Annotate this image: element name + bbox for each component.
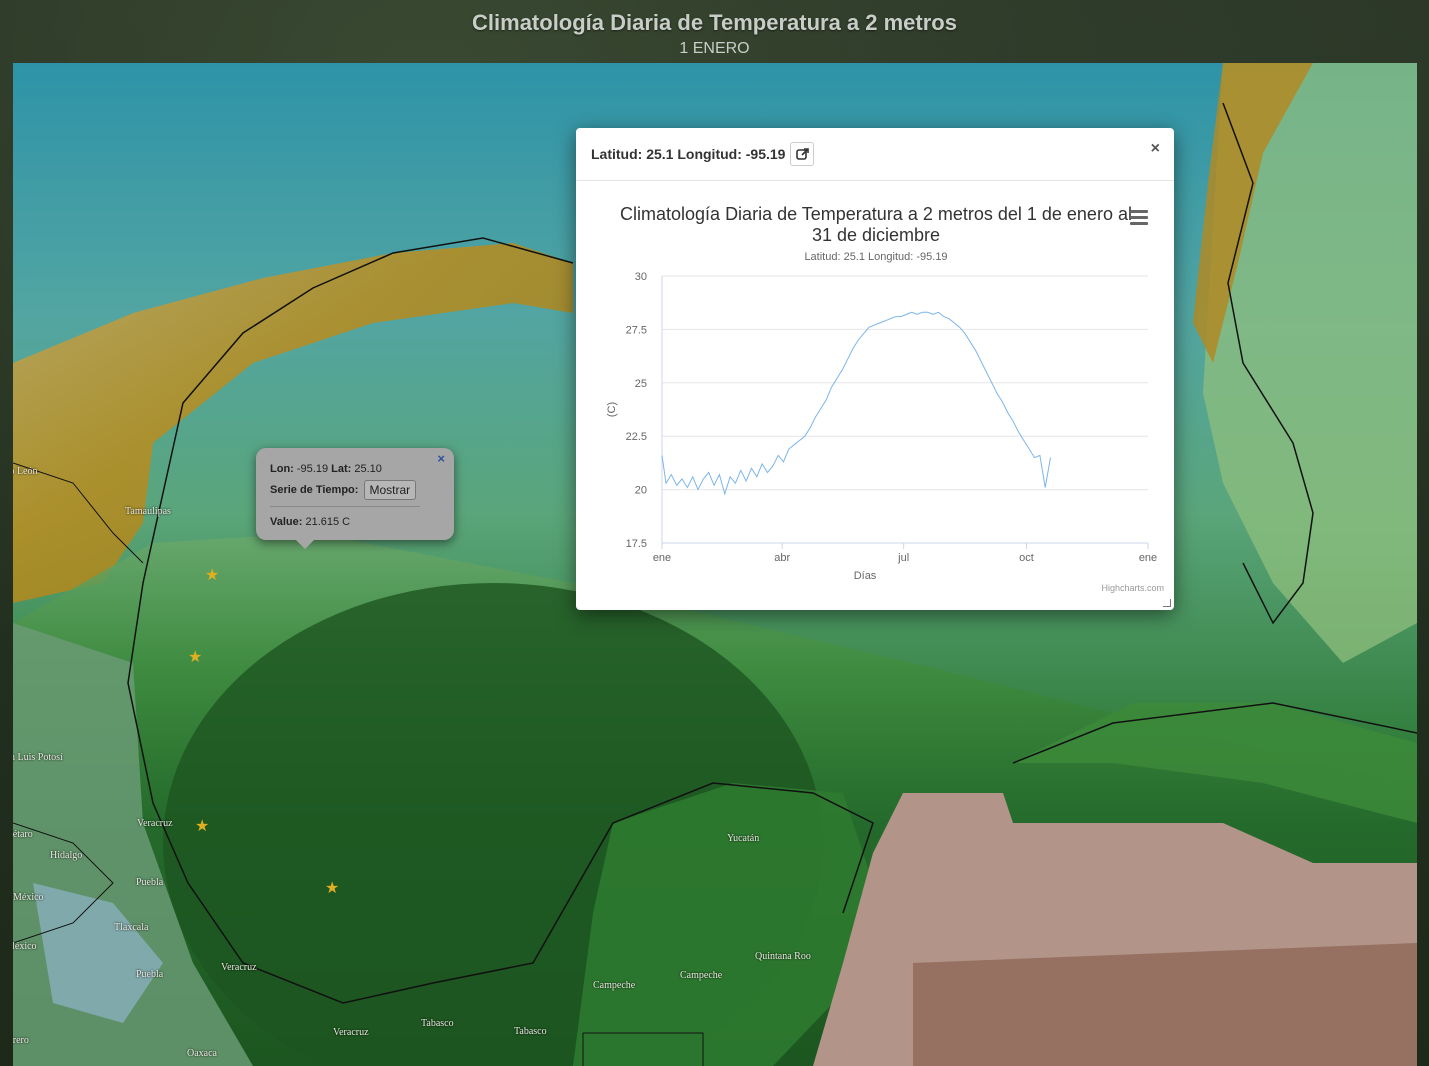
popup-series-row: Serie de Tiempo: Mostrar (270, 480, 440, 500)
y-tick-label: 17.5 (626, 538, 647, 550)
map-label-nuevo-leon: evo León (13, 466, 38, 477)
y-tick-label: 20 (635, 485, 647, 497)
map-label-puebla: Puebla (136, 877, 164, 888)
station-star-icon[interactable]: ★ (205, 568, 219, 584)
lat-label: Lat: (331, 463, 352, 475)
value-text: 21.615 C (305, 516, 351, 528)
y-tick-label: 30 (635, 271, 647, 283)
station-star-icon[interactable]: ★ (325, 881, 339, 897)
map-label-san-luis-potosi: San Luis Potosí (13, 752, 63, 763)
popup-close-icon[interactable]: × (437, 451, 445, 466)
map-label-veracruz-2: Veracruz (221, 962, 257, 973)
lon-label: Lon: (270, 463, 294, 475)
lon-value: -95.19 (296, 463, 329, 475)
popup-divider (270, 506, 420, 507)
map-label-hidalgo: Hidalgo (50, 850, 83, 861)
x-tick-label: oct (1019, 552, 1034, 564)
page-title: Climatología Diaria de Temperatura a 2 m… (472, 10, 957, 35)
map-label-mexico-2: México (13, 941, 37, 952)
map-label-mexico: México (13, 892, 44, 903)
modal-resize-handle[interactable] (1163, 599, 1171, 607)
show-series-button[interactable]: Mostrar (363, 480, 417, 500)
map-label-tabasco-2: Tabasco (514, 1026, 547, 1037)
map-label-campeche-2: Campeche (680, 970, 723, 981)
series-label: Serie de Tiempo: (270, 483, 359, 496)
page-subtitle: 1 ENERO (679, 40, 750, 57)
x-axis-title: Días (854, 570, 877, 582)
map-label-oaxaca: Oaxaca (187, 1048, 217, 1059)
map-label-veracruz-3: Veracruz (333, 1027, 369, 1038)
x-tick-label: jul (897, 552, 909, 564)
map-label-tabasco: Tabasco (421, 1018, 454, 1029)
temperature-chart[interactable]: 17.5 20 22.5 25 27.5 30 ene abr jul oct ene Días (C) (576, 128, 1174, 610)
series-line-0 (661, 311, 1051, 496)
y-axis-title: (C) (606, 402, 618, 417)
page-header: Climatología Diaria de Temperatura a 2 m… (0, 10, 1429, 58)
x-tick-label: ene (1139, 552, 1157, 564)
x-tick-label: abr (774, 552, 790, 564)
point-popup: × Lon: -95.19 Lat: 25.10 Serie de Tiempo… (256, 448, 454, 549)
popup-coords: Lon: -95.19 Lat: 25.10 (270, 462, 440, 476)
y-tick-label: 22.5 (626, 431, 647, 443)
map-label-tamaulipas: Tamaulipas (125, 506, 171, 517)
chart-modal: Latitud: 25.1 Longitud: -95.19 × Climato… (576, 128, 1174, 610)
value-label: Value: (270, 516, 303, 528)
station-star-icon[interactable]: ★ (195, 819, 209, 835)
y-tick-label: 25 (635, 378, 647, 390)
map-label-quintana-roo: Quintana Roo (755, 951, 811, 962)
map-label-tlaxcala: Tlaxcala (114, 922, 149, 933)
chart-credits[interactable]: Highcharts.com (1101, 583, 1164, 593)
map-label-yucatan: Yucatán (727, 833, 760, 844)
map-label-campeche: Campeche (593, 980, 636, 991)
lat-value: 25.10 (354, 463, 382, 475)
station-star-icon[interactable]: ★ (188, 650, 202, 666)
x-tick-label: ene (653, 552, 671, 564)
y-tick-label: 27.5 (626, 324, 647, 336)
popup-value-row: Value: 21.615 C (270, 515, 440, 529)
map-label-guerrero: uerrero (13, 1035, 29, 1046)
map-label-veracruz: Veracruz (137, 818, 173, 829)
map-label-queretaro: uerétaro (13, 829, 33, 840)
map-label-puebla-2: Puebla (136, 969, 164, 980)
